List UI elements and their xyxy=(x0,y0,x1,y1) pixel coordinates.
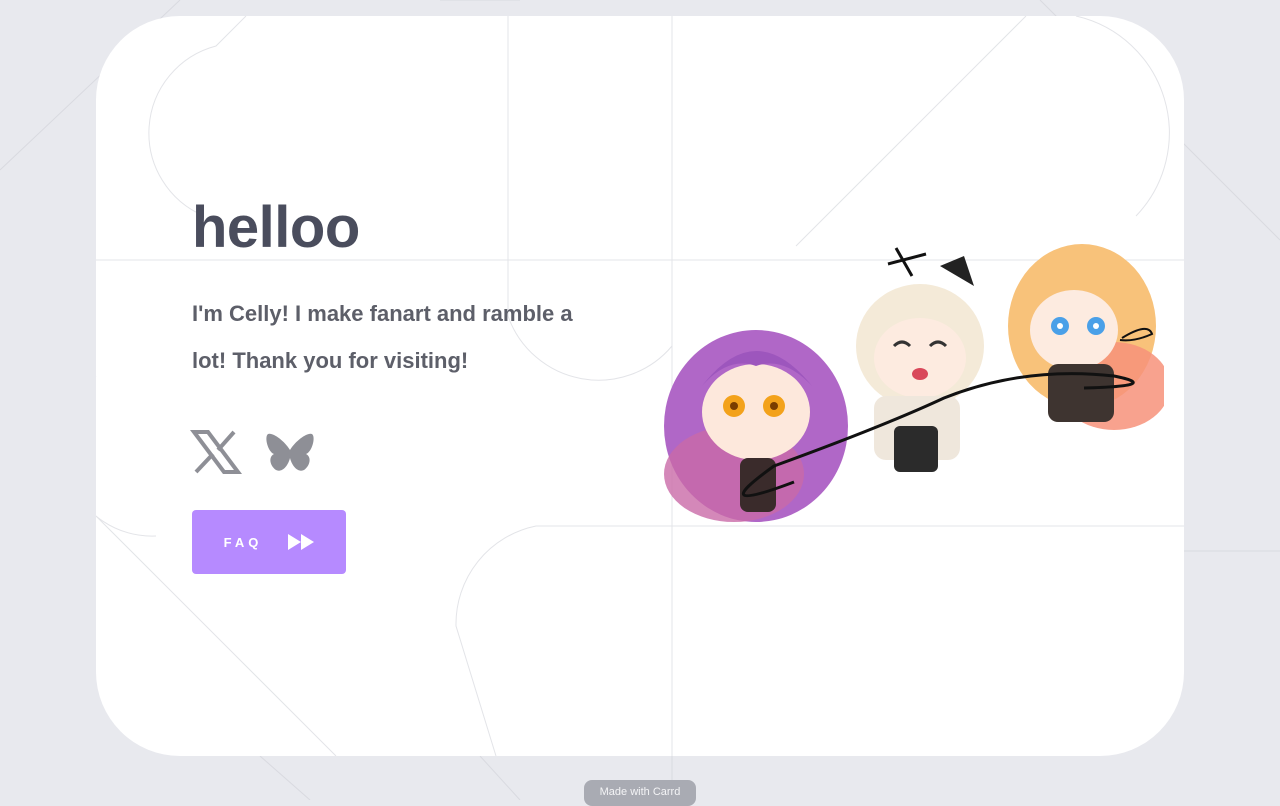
faq-button[interactable]: FAQ xyxy=(192,510,346,574)
butterfly-icon xyxy=(266,433,314,471)
bluesky-link[interactable] xyxy=(262,424,318,480)
faq-label: FAQ xyxy=(223,534,263,550)
fast-forward-icon xyxy=(288,534,315,550)
x-logo-icon xyxy=(190,430,242,474)
chibi-characters-illustration xyxy=(664,244,1164,522)
page-title: helloo xyxy=(192,195,360,260)
x-link[interactable] xyxy=(188,424,244,480)
made-with-carrd-badge[interactable]: Made with Carrd xyxy=(584,780,696,806)
bio-text: I'm Celly! I make fanart and ramble a lo… xyxy=(192,301,573,373)
profile-card: helloo I'm Celly! I make fanart and ramb… xyxy=(96,16,1184,756)
